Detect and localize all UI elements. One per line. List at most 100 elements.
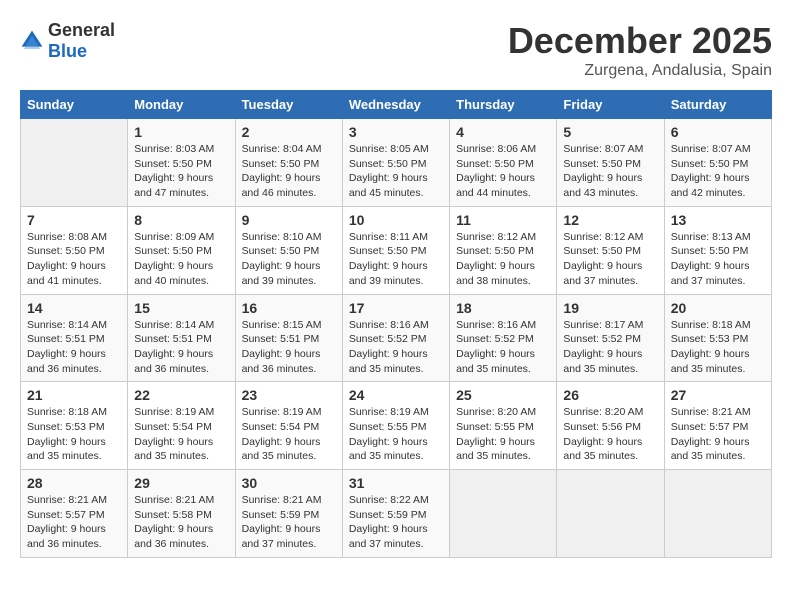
calendar-cell — [21, 119, 128, 207]
calendar-cell: 1 Sunrise: 8:03 AM Sunset: 5:50 PM Daylig… — [128, 119, 235, 207]
day-header-saturday: Saturday — [664, 91, 771, 119]
calendar-cell — [664, 470, 771, 558]
calendar-cell: 25 Sunrise: 8:20 AM Sunset: 5:55 PM Dayli… — [450, 382, 557, 470]
month-year-title: December 2025 — [508, 20, 772, 62]
header-row: SundayMondayTuesdayWednesdayThursdayFrid… — [21, 91, 772, 119]
logo-text-blue: Blue — [48, 41, 87, 61]
week-row-3: 14 Sunrise: 8:14 AM Sunset: 5:51 PM Dayli… — [21, 294, 772, 382]
calendar-cell: 16Sunrise: 8:15 AM Sunset: 5:51 PM Dayli… — [235, 294, 342, 382]
day-number: 3 — [349, 124, 443, 140]
day-info: Sunrise: 8:15 AM Sunset: 5:51 PM Dayligh… — [242, 318, 336, 377]
day-number: 31 — [349, 475, 443, 491]
logo: General Blue — [20, 20, 115, 62]
day-number: 8 — [134, 212, 228, 228]
week-row-2: 7Sunrise: 8:08 AM Sunset: 5:50 PM Daylig… — [21, 206, 772, 294]
day-info: Sunrise: 8:05 AM Sunset: 5:50 PM Dayligh… — [349, 142, 443, 201]
calendar-cell: 4 Sunrise: 8:06 AM Sunset: 5:50 PM Daylig… — [450, 119, 557, 207]
day-info: Sunrise: 8:22 AM Sunset: 5:59 PM Dayligh… — [349, 493, 443, 552]
day-number: 25 — [456, 387, 550, 403]
title-area: December 2025 Zurgena, Andalusia, Spain — [508, 20, 772, 80]
calendar-cell: 18Sunrise: 8:16 AM Sunset: 5:52 PM Dayli… — [450, 294, 557, 382]
day-header-wednesday: Wednesday — [342, 91, 449, 119]
calendar-cell: 19 Sunrise: 8:17 AM Sunset: 5:52 PM Dayli… — [557, 294, 664, 382]
calendar-cell: 2 Sunrise: 8:04 AM Sunset: 5:50 PM Daylig… — [235, 119, 342, 207]
day-number: 2 — [242, 124, 336, 140]
day-number: 24 — [349, 387, 443, 403]
day-info: Sunrise: 8:20 AM Sunset: 5:56 PM Dayligh… — [563, 405, 657, 464]
day-number: 15 — [134, 300, 228, 316]
day-header-friday: Friday — [557, 91, 664, 119]
day-info: Sunrise: 8:16 AM Sunset: 5:52 PM Dayligh… — [456, 318, 550, 377]
day-header-monday: Monday — [128, 91, 235, 119]
day-info: Sunrise: 8:04 AM Sunset: 5:50 PM Dayligh… — [242, 142, 336, 201]
day-info: Sunrise: 8:03 AM Sunset: 5:50 PM Dayligh… — [134, 142, 228, 201]
header: General Blue December 2025 Zurgena, Anda… — [20, 20, 772, 80]
day-number: 1 — [134, 124, 228, 140]
day-number: 12 — [563, 212, 657, 228]
calendar-cell: 26Sunrise: 8:20 AM Sunset: 5:56 PM Dayli… — [557, 382, 664, 470]
day-info: Sunrise: 8:19 AM Sunset: 5:54 PM Dayligh… — [134, 405, 228, 464]
day-header-tuesday: Tuesday — [235, 91, 342, 119]
day-number: 22 — [134, 387, 228, 403]
day-header-thursday: Thursday — [450, 91, 557, 119]
day-info: Sunrise: 8:19 AM Sunset: 5:54 PM Dayligh… — [242, 405, 336, 464]
day-number: 21 — [27, 387, 121, 403]
day-header-sunday: Sunday — [21, 91, 128, 119]
calendar-cell: 6 Sunrise: 8:07 AM Sunset: 5:50 PM Daylig… — [664, 119, 771, 207]
day-number: 19 — [563, 300, 657, 316]
day-number: 10 — [349, 212, 443, 228]
day-info: Sunrise: 8:09 AM Sunset: 5:50 PM Dayligh… — [134, 230, 228, 289]
calendar-cell: 3 Sunrise: 8:05 AM Sunset: 5:50 PM Daylig… — [342, 119, 449, 207]
day-info: Sunrise: 8:12 AM Sunset: 5:50 PM Dayligh… — [456, 230, 550, 289]
location-title: Zurgena, Andalusia, Spain — [508, 62, 772, 80]
day-info: Sunrise: 8:11 AM Sunset: 5:50 PM Dayligh… — [349, 230, 443, 289]
day-info: Sunrise: 8:16 AM Sunset: 5:52 PM Dayligh… — [349, 318, 443, 377]
day-info: Sunrise: 8:07 AM Sunset: 5:50 PM Dayligh… — [671, 142, 765, 201]
day-info: Sunrise: 8:13 AM Sunset: 5:50 PM Dayligh… — [671, 230, 765, 289]
calendar-cell: 27Sunrise: 8:21 AM Sunset: 5:57 PM Dayli… — [664, 382, 771, 470]
day-info: Sunrise: 8:08 AM Sunset: 5:50 PM Dayligh… — [27, 230, 121, 289]
day-number: 29 — [134, 475, 228, 491]
calendar-cell: 21 Sunrise: 8:18 AM Sunset: 5:53 PM Dayli… — [21, 382, 128, 470]
day-number: 11 — [456, 212, 550, 228]
calendar-cell: 8 Sunrise: 8:09 AM Sunset: 5:50 PM Daylig… — [128, 206, 235, 294]
day-info: Sunrise: 8:17 AM Sunset: 5:52 PM Dayligh… — [563, 318, 657, 377]
calendar-cell: 24 Sunrise: 8:19 AM Sunset: 5:55 PM Dayli… — [342, 382, 449, 470]
day-number: 17 — [349, 300, 443, 316]
day-info: Sunrise: 8:07 AM Sunset: 5:50 PM Dayligh… — [563, 142, 657, 201]
day-number: 28 — [27, 475, 121, 491]
calendar-cell: 15 Sunrise: 8:14 AM Sunset: 5:51 PM Dayli… — [128, 294, 235, 382]
calendar-cell: 10 Sunrise: 8:11 AM Sunset: 5:50 PM Dayli… — [342, 206, 449, 294]
day-number: 4 — [456, 124, 550, 140]
day-number: 20 — [671, 300, 765, 316]
day-info: Sunrise: 8:14 AM Sunset: 5:51 PM Dayligh… — [134, 318, 228, 377]
day-info: Sunrise: 8:12 AM Sunset: 5:50 PM Dayligh… — [563, 230, 657, 289]
calendar-cell: 9Sunrise: 8:10 AM Sunset: 5:50 PM Daylig… — [235, 206, 342, 294]
calendar-cell: 31 Sunrise: 8:22 AM Sunset: 5:59 PM Dayli… — [342, 470, 449, 558]
day-number: 13 — [671, 212, 765, 228]
week-row-1: 1 Sunrise: 8:03 AM Sunset: 5:50 PM Daylig… — [21, 119, 772, 207]
calendar-table: SundayMondayTuesdayWednesdayThursdayFrid… — [20, 90, 772, 558]
day-info: Sunrise: 8:20 AM Sunset: 5:55 PM Dayligh… — [456, 405, 550, 464]
day-info: Sunrise: 8:21 AM Sunset: 5:59 PM Dayligh… — [242, 493, 336, 552]
calendar-cell — [557, 470, 664, 558]
calendar-cell: 20 Sunrise: 8:18 AM Sunset: 5:53 PM Dayli… — [664, 294, 771, 382]
day-info: Sunrise: 8:21 AM Sunset: 5:57 PM Dayligh… — [27, 493, 121, 552]
calendar-cell: 12 Sunrise: 8:12 AM Sunset: 5:50 PM Dayli… — [557, 206, 664, 294]
logo-text-general: General — [48, 20, 115, 40]
day-number: 9 — [242, 212, 336, 228]
calendar-cell: 13 Sunrise: 8:13 AM Sunset: 5:50 PM Dayli… — [664, 206, 771, 294]
day-info: Sunrise: 8:18 AM Sunset: 5:53 PM Dayligh… — [671, 318, 765, 377]
calendar-cell: 7Sunrise: 8:08 AM Sunset: 5:50 PM Daylig… — [21, 206, 128, 294]
calendar-cell: 5Sunrise: 8:07 AM Sunset: 5:50 PM Daylig… — [557, 119, 664, 207]
day-info: Sunrise: 8:21 AM Sunset: 5:58 PM Dayligh… — [134, 493, 228, 552]
day-number: 23 — [242, 387, 336, 403]
day-number: 6 — [671, 124, 765, 140]
day-info: Sunrise: 8:14 AM Sunset: 5:51 PM Dayligh… — [27, 318, 121, 377]
day-info: Sunrise: 8:06 AM Sunset: 5:50 PM Dayligh… — [456, 142, 550, 201]
day-info: Sunrise: 8:18 AM Sunset: 5:53 PM Dayligh… — [27, 405, 121, 464]
day-info: Sunrise: 8:19 AM Sunset: 5:55 PM Dayligh… — [349, 405, 443, 464]
calendar-cell: 14 Sunrise: 8:14 AM Sunset: 5:51 PM Dayli… — [21, 294, 128, 382]
day-number: 14 — [27, 300, 121, 316]
logo-icon — [20, 29, 44, 53]
